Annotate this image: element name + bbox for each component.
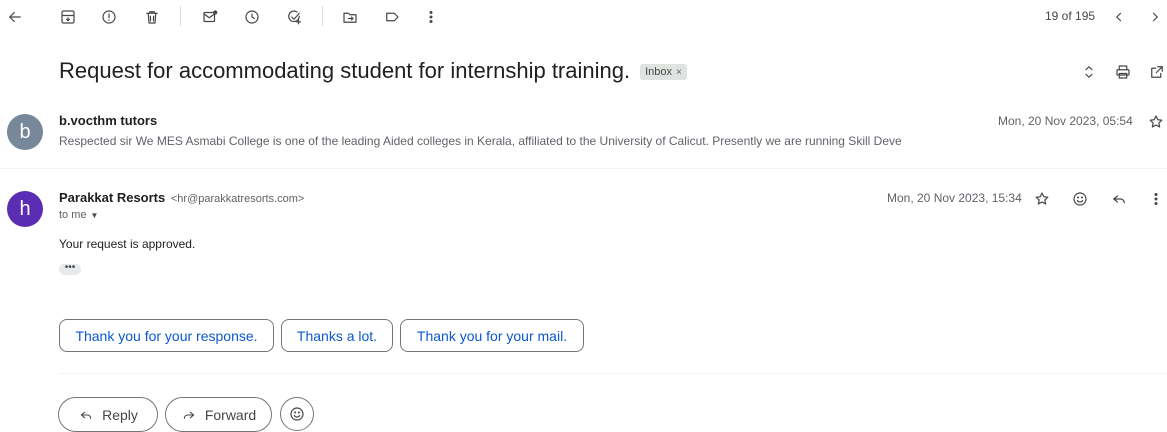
inbox-label-chip: Inbox ×: [640, 64, 687, 80]
subject-line: Request for accommodating student for in…: [59, 58, 687, 84]
recipients-toggle[interactable]: to me ▼: [59, 209, 98, 221]
smart-reply-button[interactable]: Thank you for your mail.: [400, 319, 584, 352]
reply-divider: [59, 373, 1167, 374]
message-date: Mon, 20 Nov 2023, 05:54: [998, 114, 1133, 128]
reply-icon[interactable]: [1107, 187, 1131, 211]
open-in-new-window-icon[interactable]: [1145, 60, 1167, 84]
message-body: Your request is approved.: [59, 237, 196, 251]
caret-down-icon: ▼: [90, 210, 99, 220]
sender-name[interactable]: Parakkat Resorts: [59, 190, 165, 205]
reply-button[interactable]: Reply: [58, 397, 158, 432]
emoji-icon: [290, 407, 304, 421]
newer-chevron-left-icon[interactable]: [1107, 5, 1131, 29]
mark-unread-icon[interactable]: [198, 5, 222, 29]
more-vert-icon[interactable]: [1144, 187, 1167, 211]
remove-label-icon[interactable]: ×: [676, 67, 682, 78]
print-icon[interactable]: [1111, 60, 1135, 84]
toolbar-separator: [180, 6, 181, 26]
sender-name[interactable]: b.vocthm tutors: [59, 113, 157, 128]
message-divider: [0, 168, 1167, 169]
add-task-icon[interactable]: [282, 5, 306, 29]
star-icon[interactable]: [1144, 110, 1167, 134]
delete-icon[interactable]: [140, 5, 164, 29]
message-snippet: Respected sir We MES Asmabi College is o…: [59, 134, 902, 148]
emoji-reaction-button[interactable]: [280, 397, 314, 431]
reply-label: Reply: [102, 406, 138, 423]
forward-label: Forward: [204, 406, 257, 423]
back-arrow-icon[interactable]: [3, 5, 27, 29]
message-date: Mon, 20 Nov 2023, 15:34: [887, 191, 1022, 205]
smart-reply-button[interactable]: Thanks a lot.: [281, 319, 393, 352]
recipients-text: to me: [59, 209, 87, 221]
show-trimmed-content-button[interactable]: •••: [59, 263, 81, 275]
star-icon[interactable]: [1030, 187, 1054, 211]
email-subject: Request for accommodating student for in…: [59, 58, 631, 83]
avatar-letter: b: [19, 120, 31, 143]
avatar-letter: h: [19, 197, 31, 220]
more-vert-icon[interactable]: [419, 5, 443, 29]
avatar: b: [7, 114, 43, 150]
snooze-icon[interactable]: [240, 5, 264, 29]
move-to-icon[interactable]: [338, 5, 362, 29]
avatar: h: [7, 191, 43, 227]
toolbar-separator: [322, 6, 323, 26]
report-spam-icon[interactable]: [97, 5, 121, 29]
label-icon[interactable]: [380, 5, 404, 29]
smart-reply-button[interactable]: Thank you for your response.: [59, 319, 274, 352]
reply-icon: [80, 411, 92, 419]
label-chip-text: Inbox: [645, 66, 673, 78]
sender-line: Parakkat Resorts <hr@parakkatresorts.com…: [59, 190, 304, 205]
sender-email: <hr@parakkatresorts.com>: [170, 193, 305, 205]
add-reaction-icon[interactable]: [1068, 187, 1092, 211]
forward-button[interactable]: Forward: [165, 397, 272, 432]
message-counter: 19 of 195: [1045, 9, 1096, 23]
forward-icon: [183, 411, 195, 419]
older-chevron-right-icon[interactable]: [1143, 5, 1167, 29]
expand-collapse-icon[interactable]: [1077, 60, 1101, 84]
archive-icon[interactable]: [56, 5, 80, 29]
